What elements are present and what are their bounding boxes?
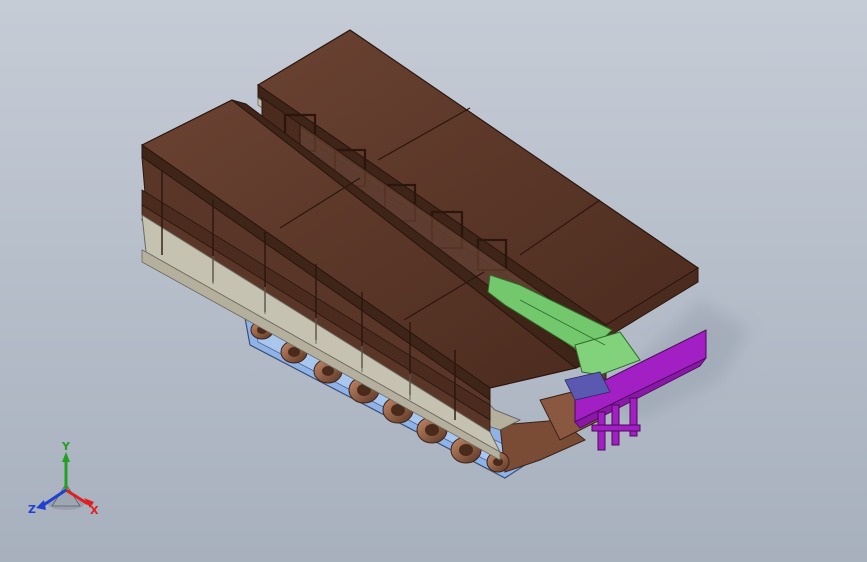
z-axis-label: Z: [28, 503, 36, 516]
bridge-layer-vehicle-model[interactable]: [0, 0, 867, 562]
coordinate-triad: Y X Z: [24, 440, 108, 524]
3d-viewport[interactable]: Y X Z: [0, 0, 867, 562]
x-axis-label: X: [90, 504, 99, 517]
y-axis-label: Y: [62, 440, 70, 453]
